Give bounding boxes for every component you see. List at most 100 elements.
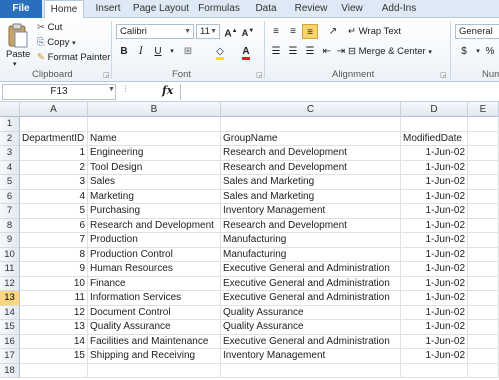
cell[interactable]: 1-Jun-02 <box>401 175 468 190</box>
row-header[interactable]: 4 <box>0 160 20 175</box>
cell[interactable]: 10 <box>20 276 88 291</box>
cell[interactable]: 1-Jun-02 <box>401 247 468 262</box>
row-header[interactable]: 1 <box>0 117 20 132</box>
cell[interactable] <box>468 262 499 277</box>
cell[interactable]: Manufacturing <box>221 233 401 248</box>
row-header[interactable]: 9 <box>0 233 20 248</box>
font-launcher-icon[interactable]: ◲ <box>256 71 263 79</box>
cell[interactable]: 7 <box>20 233 88 248</box>
chevron-down-icon[interactable]: ▼ <box>108 86 115 93</box>
cell[interactable] <box>468 349 499 364</box>
cell[interactable] <box>468 363 499 378</box>
cell[interactable]: Engineering <box>88 146 221 161</box>
cell[interactable]: 1-Jun-02 <box>401 276 468 291</box>
row-header[interactable]: 3 <box>0 146 20 161</box>
cell[interactable] <box>88 117 221 132</box>
alignment-launcher-icon[interactable]: ◲ <box>440 71 447 79</box>
cut-button[interactable]: ✂ Cut <box>37 21 62 35</box>
tab-home[interactable]: Home <box>44 0 84 19</box>
select-all-corner[interactable] <box>0 102 20 117</box>
cell[interactable]: Finance <box>88 276 221 291</box>
font-color-icon[interactable]: A <box>238 44 254 60</box>
cell[interactable] <box>468 189 499 204</box>
row-header[interactable]: 7 <box>0 204 20 219</box>
cell[interactable]: 1-Jun-02 <box>401 291 468 306</box>
decrease-font-icon[interactable]: A▼ <box>240 24 256 39</box>
row-header[interactable]: 11 <box>0 262 20 277</box>
row-header[interactable]: 18 <box>0 363 20 378</box>
cell[interactable]: Executive General and Administration <box>221 334 401 349</box>
fill-color-icon[interactable]: ◇ <box>212 44 228 60</box>
italic-button[interactable]: I <box>133 44 149 59</box>
cell[interactable]: ModifiedDate <box>401 131 468 146</box>
column-header-c[interactable]: C <box>221 102 401 117</box>
cell[interactable]: Quality Assurance <box>88 320 221 335</box>
cell[interactable] <box>468 175 499 190</box>
format-painter-button[interactable]: ✎ Format Painter <box>37 51 110 65</box>
row-header[interactable]: 2 <box>0 131 20 146</box>
cell[interactable]: 1-Jun-02 <box>401 160 468 175</box>
cell[interactable]: DepartmentID <box>20 131 88 146</box>
row-header[interactable]: 12 <box>0 276 20 291</box>
cell[interactable]: 1-Jun-02 <box>401 305 468 320</box>
align-bottom-icon[interactable]: ≡ <box>302 24 318 39</box>
cell[interactable] <box>468 305 499 320</box>
row-header[interactable]: 15 <box>0 320 20 335</box>
cell[interactable] <box>401 363 468 378</box>
font-name-select[interactable]: Calibri ▼ <box>116 24 194 39</box>
cell[interactable]: Purchasing <box>88 204 221 219</box>
orientation-icon[interactable]: ↗ <box>325 24 341 39</box>
tab-formulas[interactable]: Formulas <box>196 0 242 18</box>
cell[interactable]: 3 <box>20 175 88 190</box>
cell[interactable]: Sales and Marketing <box>221 175 401 190</box>
cell[interactable]: 1-Jun-02 <box>401 233 468 248</box>
cell[interactable]: Quality Assurance <box>221 305 401 320</box>
cell[interactable]: 1-Jun-02 <box>401 349 468 364</box>
cell[interactable] <box>468 131 499 146</box>
align-center-icon[interactable]: ☰ <box>285 44 301 59</box>
increase-font-icon[interactable]: A▲ <box>223 24 239 39</box>
clipboard-launcher-icon[interactable]: ◲ <box>103 71 110 79</box>
row-header[interactable]: 17 <box>0 349 20 364</box>
cell[interactable]: Quality Assurance <box>221 320 401 335</box>
align-right-icon[interactable]: ☰ <box>302 44 318 59</box>
borders-icon[interactable]: ⊞ <box>180 44 196 59</box>
percent-button[interactable]: % <box>482 44 498 59</box>
cell[interactable]: 6 <box>20 218 88 233</box>
cell[interactable] <box>468 334 499 349</box>
cell[interactable]: Sales and Marketing <box>221 189 401 204</box>
cell[interactable] <box>468 276 499 291</box>
cell[interactable] <box>468 146 499 161</box>
paste-dropdown-icon[interactable]: ▾ <box>13 58 17 72</box>
tab-insert[interactable]: Insert <box>88 0 128 18</box>
tab-file[interactable]: File <box>0 0 42 18</box>
cell[interactable]: Facilities and Maintenance <box>88 334 221 349</box>
cell[interactable]: 4 <box>20 189 88 204</box>
tab-data[interactable]: Data <box>250 0 282 18</box>
cell[interactable]: 14 <box>20 334 88 349</box>
row-header[interactable]: 13 <box>0 291 20 306</box>
cell[interactable]: 9 <box>20 262 88 277</box>
cell[interactable]: 1-Jun-02 <box>401 334 468 349</box>
merge-center-button[interactable]: ⊟ Merge & Center ▾ <box>348 45 432 60</box>
cell[interactable] <box>221 117 401 132</box>
cell[interactable] <box>468 218 499 233</box>
cell[interactable]: Executive General and Administration <box>221 291 401 306</box>
cell[interactable] <box>468 247 499 262</box>
align-middle-icon[interactable]: ≡ <box>285 24 301 39</box>
cell[interactable]: Information Services <box>88 291 221 306</box>
align-left-icon[interactable]: ☰ <box>268 44 284 59</box>
row-header[interactable]: 5 <box>0 175 20 190</box>
cell[interactable] <box>468 320 499 335</box>
name-box[interactable]: F13 <box>2 84 116 100</box>
cell[interactable]: Name <box>88 131 221 146</box>
font-size-select[interactable]: 11 ▼ <box>196 24 220 39</box>
cell[interactable]: Marketing <box>88 189 221 204</box>
cell[interactable]: Research and Development <box>221 218 401 233</box>
cell[interactable]: 1-Jun-02 <box>401 320 468 335</box>
row-header[interactable]: 6 <box>0 189 20 204</box>
row-header[interactable]: 16 <box>0 334 20 349</box>
tab-add-ins[interactable]: Add-Ins <box>376 0 422 18</box>
cell[interactable] <box>221 363 401 378</box>
cell[interactable] <box>468 291 499 306</box>
